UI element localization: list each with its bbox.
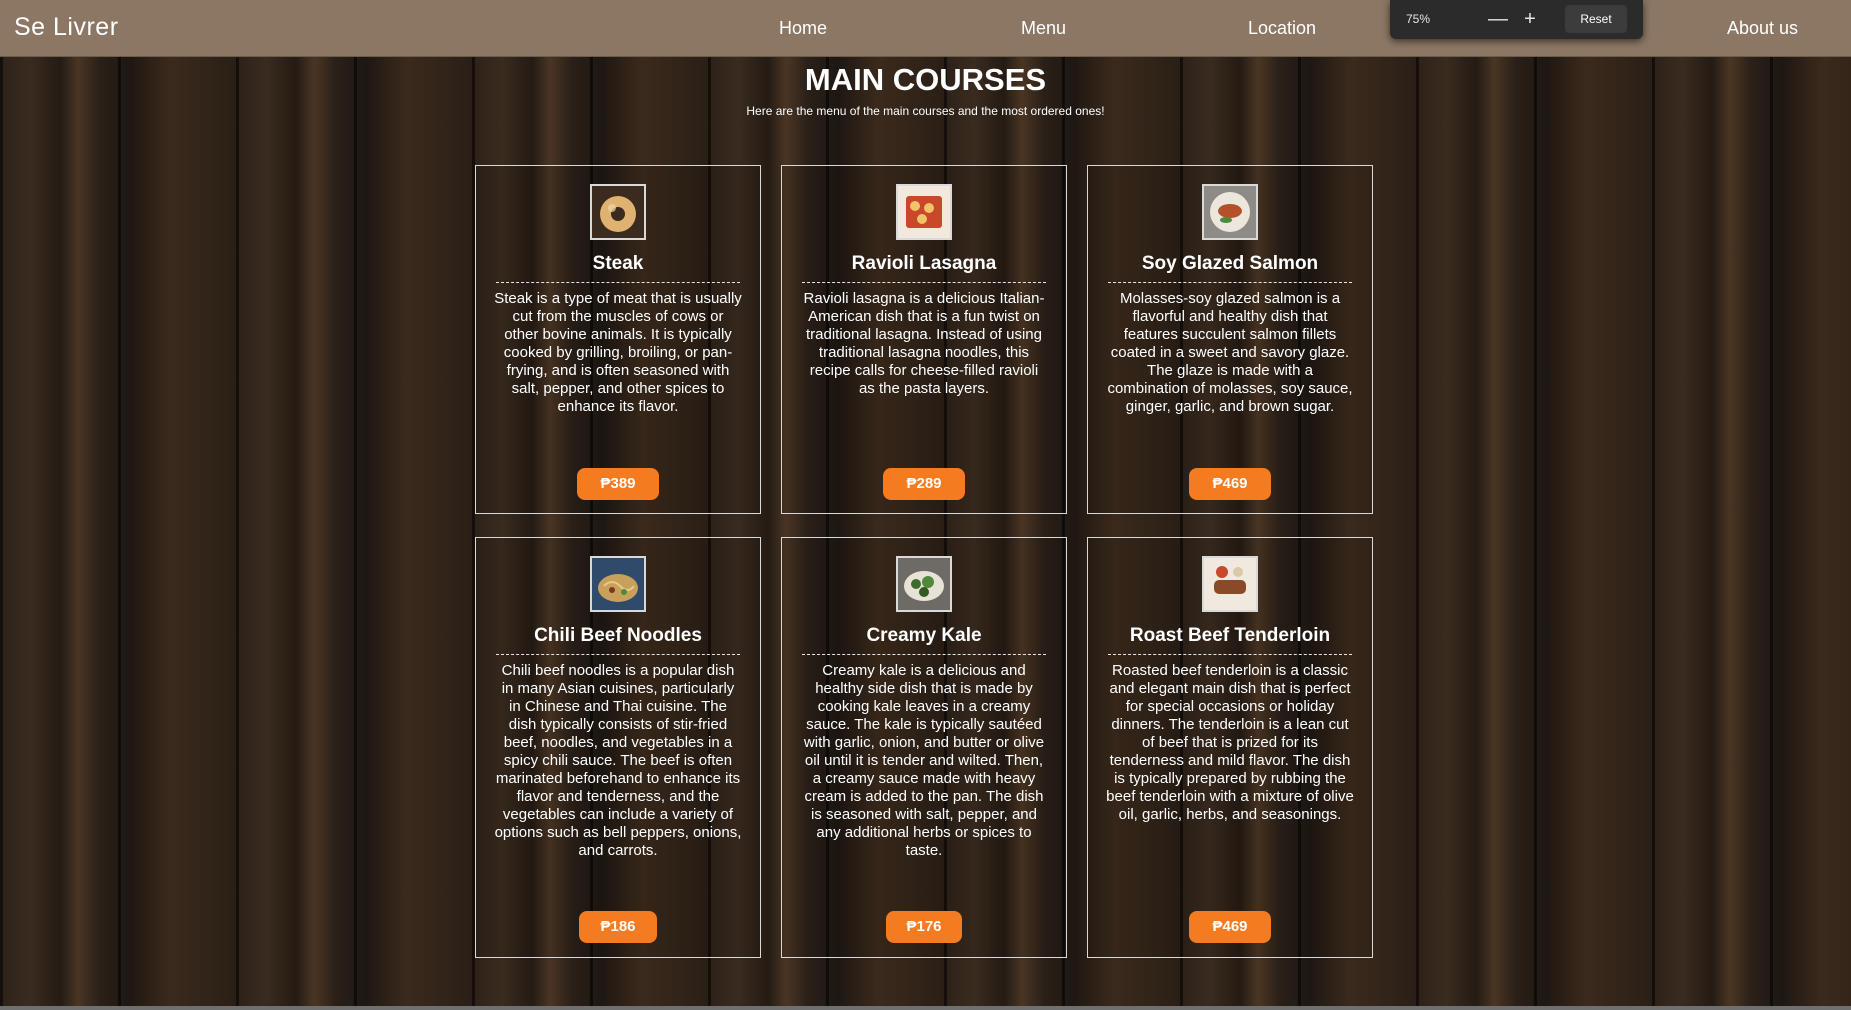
card-description: Chili beef noodles is a popular dish in … — [494, 662, 742, 859]
card-description: Creamy kale is a delicious and healthy s… — [803, 662, 1045, 859]
nav-link-location[interactable]: Location — [1248, 18, 1316, 39]
card-description: Roasted beef tenderloin is a classic and… — [1106, 662, 1354, 823]
card-title: Chili Beef Noodles — [534, 625, 702, 646]
card-description: Ravioli lasagna is a delicious Italian-A… — [803, 290, 1045, 397]
price-button[interactable]: ₱289 — [883, 468, 965, 500]
card-description: Molasses-soy glazed salmon is a flavorfu… — [1107, 290, 1353, 415]
food-photo-steak — [590, 184, 646, 240]
zoom-reset-button[interactable]: Reset — [1565, 5, 1627, 33]
price-button[interactable]: ₱469 — [1189, 468, 1271, 500]
card-title: Creamy Kale — [866, 625, 982, 646]
menu-card-roast-beef-tenderloin: Roast Beef Tenderloin Roasted beef tende… — [1087, 537, 1373, 958]
food-photo-lasagna — [896, 184, 952, 240]
menu-card-creamy-kale: Creamy Kale Creamy kale is a delicious a… — [781, 537, 1067, 958]
brand-logo-text[interactable]: Se Livrer — [14, 13, 119, 42]
nav-link-home[interactable]: Home — [779, 18, 827, 39]
card-title: Roast Beef Tenderloin — [1129, 625, 1331, 646]
card-divider — [1108, 282, 1352, 283]
nav-link-about-us[interactable]: About us — [1727, 18, 1798, 39]
food-photo-kale — [896, 556, 952, 612]
card-description: Steak is a type of meat that is usually … — [494, 290, 742, 415]
price-button[interactable]: ₱469 — [1189, 911, 1271, 943]
card-divider — [1108, 654, 1352, 655]
price-button[interactable]: ₱176 — [886, 911, 962, 943]
card-title: Steak — [592, 253, 644, 274]
price-button[interactable]: ₱186 — [579, 911, 657, 943]
menu-card-soy-glazed-salmon: Soy Glazed Salmon Molasses-soy glazed sa… — [1087, 165, 1373, 514]
card-divider — [802, 654, 1046, 655]
bottom-scrollbar[interactable] — [0, 1006, 1851, 1010]
card-divider — [496, 654, 740, 655]
card-title: Soy Glazed Salmon — [1141, 253, 1319, 274]
price-button[interactable]: ₱389 — [577, 468, 659, 500]
browser-zoom-popup: 75% — + Reset — [1390, 0, 1643, 39]
food-photo-noodles — [590, 556, 646, 612]
zoom-out-button[interactable]: — — [1484, 6, 1512, 32]
zoom-level: 75% — [1406, 12, 1431, 26]
zoom-in-button[interactable]: + — [1516, 6, 1544, 32]
card-divider — [496, 282, 740, 283]
page-subtitle: Here are the menu of the main courses an… — [746, 104, 1105, 118]
menu-card-ravioli-lasagna: Ravioli Lasagna Ravioli lasagna is a del… — [781, 165, 1067, 514]
card-title: Ravioli Lasagna — [851, 253, 997, 274]
food-photo-tenderloin — [1202, 556, 1258, 612]
page-title: MAIN COURSES — [804, 62, 1047, 97]
food-photo-salmon — [1202, 184, 1258, 240]
nav-link-menu[interactable]: Menu — [1021, 18, 1066, 39]
card-divider — [802, 282, 1046, 283]
menu-card-chili-beef-noodles: Chili Beef Noodles Chili beef noodles is… — [475, 537, 761, 958]
menu-card-steak: Steak Steak is a type of meat that is us… — [475, 165, 761, 514]
